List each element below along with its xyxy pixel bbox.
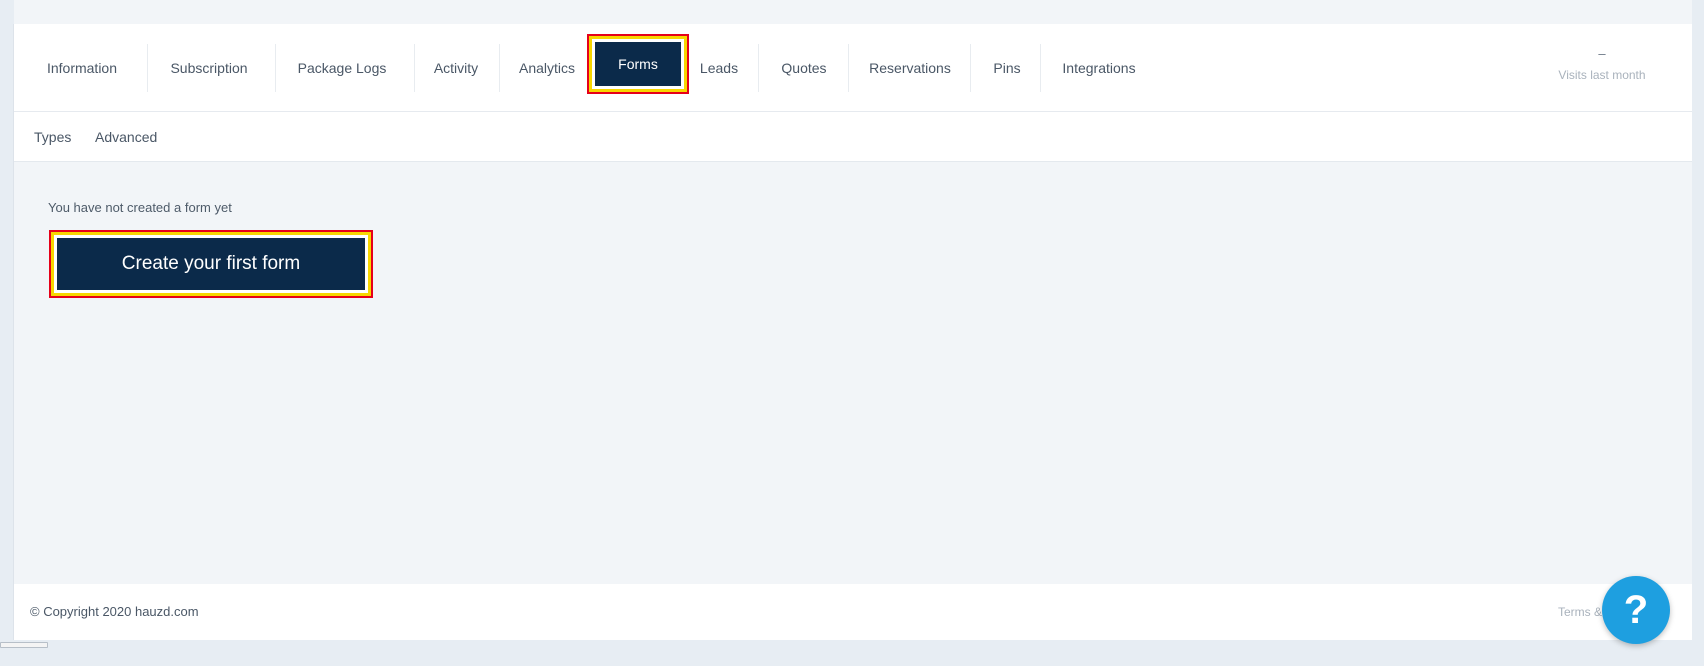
tab-activity[interactable]: Activity (419, 44, 493, 92)
tab-reservations[interactable]: Reservations (854, 44, 966, 92)
tab-separator (414, 44, 415, 92)
bottom-strip (0, 640, 1704, 666)
visits-label: Visits last month (1558, 68, 1646, 82)
tab-separator (1040, 44, 1041, 92)
tab-integrations[interactable]: Integrations (1046, 44, 1152, 92)
sub-navigation: Types Advanced (14, 112, 1692, 162)
tab-separator (499, 44, 500, 92)
tab-separator (758, 44, 759, 92)
footer: © Copyright 2020 hauzd.com Terms & Condi… (14, 584, 1692, 640)
help-button[interactable]: ? (1602, 576, 1670, 644)
tab-leads[interactable]: Leads (691, 44, 747, 92)
tab-analytics[interactable]: Analytics (504, 44, 590, 92)
subnav-types[interactable]: Types (34, 112, 71, 162)
subnav-advanced[interactable]: Advanced (95, 112, 157, 162)
top-strip (14, 0, 1692, 24)
tab-separator (275, 44, 276, 92)
tab-information[interactable]: Information (34, 44, 130, 92)
tab-package-logs[interactable]: Package Logs (281, 44, 403, 92)
tab-bar: Information Subscription Package Logs Ac… (14, 24, 1692, 112)
tab-separator (147, 44, 148, 92)
tab-pins[interactable]: Pins (976, 44, 1038, 92)
tab-separator (848, 44, 849, 92)
tab-quotes[interactable]: Quotes (764, 44, 844, 92)
copyright-text: © Copyright 2020 hauzd.com (30, 604, 199, 619)
visits-value: – (1598, 46, 1606, 61)
tab-forms[interactable]: Forms (595, 42, 681, 86)
app-frame: Information Subscription Package Logs Ac… (13, 24, 1692, 640)
horizontal-scrollbar[interactable] (0, 642, 48, 648)
tab-separator (970, 44, 971, 92)
empty-state-message: You have not created a form yet (48, 200, 232, 215)
question-mark-icon: ? (1623, 588, 1649, 632)
tab-subscription[interactable]: Subscription (154, 44, 264, 92)
create-first-form-button[interactable]: Create your first form (57, 238, 365, 290)
visits-stat: – Visits last month (1542, 46, 1662, 82)
